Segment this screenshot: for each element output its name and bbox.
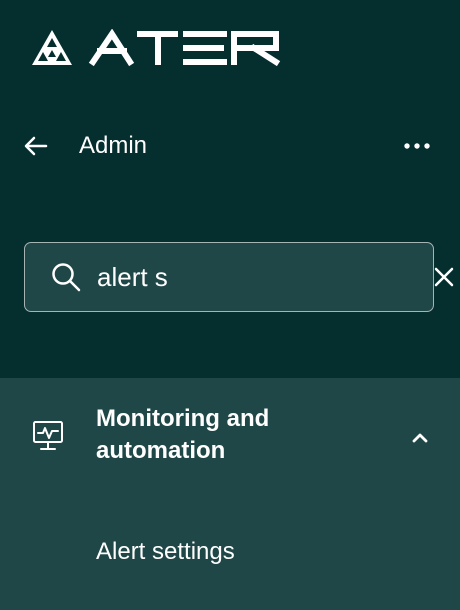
admin-header: Admin [22, 124, 432, 168]
monitor-icon [33, 421, 63, 450]
brand-logo [30, 28, 284, 68]
more-horizontal-icon[interactable] [402, 131, 432, 161]
atera-wordmark-icon [88, 29, 281, 67]
menu-item-label: Alert settings [96, 538, 235, 565]
atera-logo-icon [32, 30, 72, 65]
menu-group-label: Monitoring and automation [96, 403, 356, 467]
monitoring-menu-section: Monitoring and automation Alert settings [0, 378, 460, 610]
search-icon [50, 260, 82, 294]
monitoring-automation-toggle[interactable]: Monitoring and automation [0, 378, 460, 494]
chevron-up-icon[interactable] [406, 424, 434, 452]
close-icon[interactable] [432, 262, 456, 292]
search-field[interactable] [24, 242, 454, 312]
admin-sidebar: Admin alert s Monitoring and automation … [0, 0, 460, 610]
menu-item-alert-settings[interactable]: Alert settings [0, 528, 460, 578]
menu-group-label-text: Monitoring and automation [96, 405, 270, 464]
arrow-left-icon[interactable] [22, 132, 50, 160]
search-input[interactable] [97, 259, 432, 295]
page-title: Admin [79, 132, 148, 159]
